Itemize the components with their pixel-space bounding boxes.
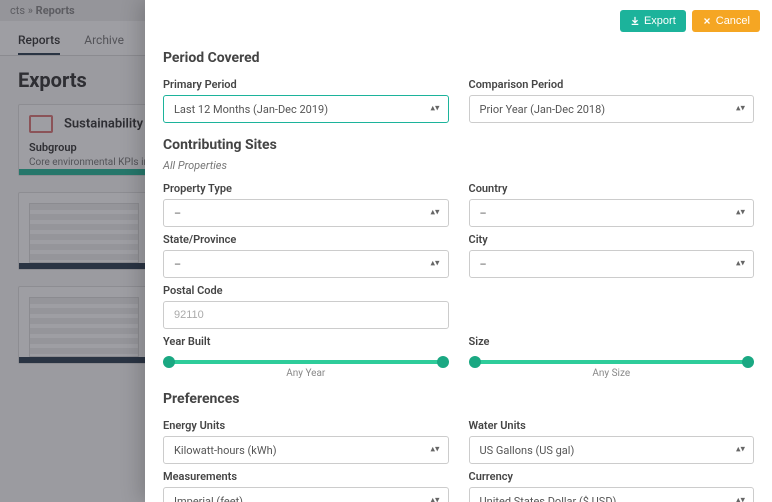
chevron-sort-icon: ▴▾ <box>430 209 439 218</box>
chevron-sort-icon: ▴▾ <box>736 446 745 455</box>
chevron-sort-icon: ▴▾ <box>736 497 745 502</box>
water-units-label: Water Units <box>469 419 755 432</box>
export-modal: Export Cancel Period Covered Primary Per… <box>145 0 772 502</box>
measurements-label: Measurements <box>163 470 449 483</box>
property-type-label: Property Type <box>163 182 449 195</box>
chevron-sort-icon: ▴▾ <box>736 260 745 269</box>
measurements-select[interactable]: Imperial (feet)▴▾ <box>163 487 449 502</box>
energy-units-select[interactable]: Kilowatt-hours (kWh)▴▾ <box>163 436 449 464</box>
water-units-select[interactable]: US Gallons (US gal)▴▾ <box>469 436 755 464</box>
modal-header: Export Cancel <box>145 0 772 42</box>
state-select[interactable]: –▴▾ <box>163 250 449 278</box>
country-select[interactable]: –▴▾ <box>469 199 755 227</box>
chevron-sort-icon: ▴▾ <box>736 209 745 218</box>
city-select[interactable]: –▴▾ <box>469 250 755 278</box>
state-label: State/Province <box>163 233 449 246</box>
currency-select[interactable]: United States Dollar ($ USD)▴▾ <box>469 487 755 502</box>
size-slider[interactable] <box>469 358 755 366</box>
year-built-label: Year Built <box>163 335 449 348</box>
export-button[interactable]: Export <box>620 10 686 32</box>
country-label: Country <box>469 182 755 195</box>
size-label: Size <box>469 335 755 348</box>
chevron-sort-icon: ▴▾ <box>430 105 439 114</box>
comparison-period-label: Comparison Period <box>469 78 755 91</box>
year-built-caption: Any Year <box>163 368 449 379</box>
chevron-sort-icon: ▴▾ <box>430 260 439 269</box>
property-type-select[interactable]: –▴▾ <box>163 199 449 227</box>
energy-units-label: Energy Units <box>163 419 449 432</box>
postal-input[interactable] <box>163 301 449 329</box>
size-caption: Any Size <box>469 368 755 379</box>
postal-label: Postal Code <box>163 284 449 297</box>
comparison-period-select[interactable]: Prior Year (Jan-Dec 2018)▴▾ <box>469 95 755 123</box>
currency-label: Currency <box>469 470 755 483</box>
chevron-sort-icon: ▴▾ <box>430 497 439 502</box>
sites-subtitle: All Properties <box>163 159 754 172</box>
modal-body: Period Covered Primary Period Last 12 Mo… <box>145 42 772 502</box>
section-prefs-heading: Preferences <box>163 391 754 407</box>
year-built-slider[interactable] <box>163 358 449 366</box>
chevron-sort-icon: ▴▾ <box>736 105 745 114</box>
city-label: City <box>469 233 755 246</box>
primary-period-label: Primary Period <box>163 78 449 91</box>
close-icon <box>702 16 712 26</box>
cancel-button[interactable]: Cancel <box>692 10 760 32</box>
section-sites-heading: Contributing Sites <box>163 137 754 153</box>
chevron-sort-icon: ▴▾ <box>430 446 439 455</box>
download-icon <box>630 16 640 26</box>
section-period-heading: Period Covered <box>163 50 754 66</box>
primary-period-select[interactable]: Last 12 Months (Jan-Dec 2019)▴▾ <box>163 95 449 123</box>
